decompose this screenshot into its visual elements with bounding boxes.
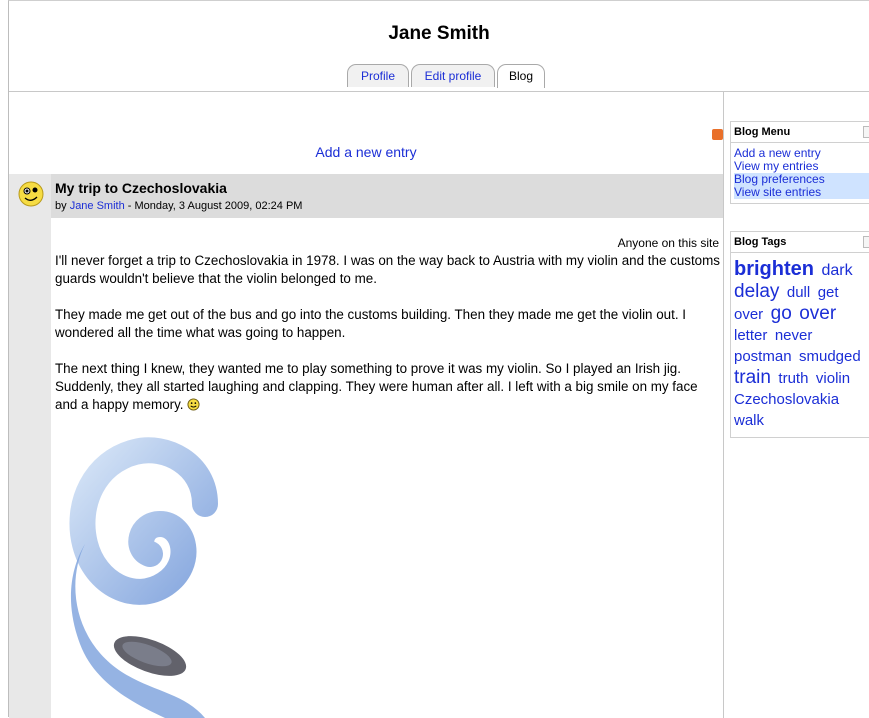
blog-tags-title: Blog Tags [734, 236, 787, 248]
tab-blog-label: Blog [508, 69, 534, 83]
add-entry-link[interactable]: Add a new entry [315, 144, 416, 160]
tab-edit-profile-label[interactable]: Edit profile [425, 69, 482, 83]
tag-link[interactable]: brighten [734, 258, 814, 280]
blog-menu-add-entry-link[interactable]: Add a new entry [734, 146, 821, 160]
post-header: My trip to Czechoslovakia by Jane Smith … [51, 174, 723, 218]
blog-tags-block: Blog Tags brighten dark delay dull get o… [730, 231, 869, 438]
profile-header: Jane Smith Profile Edit profile Blog [9, 1, 869, 92]
user-name-title: Jane Smith [388, 23, 490, 44]
collapse-icon[interactable] [863, 236, 869, 248]
tab-profile[interactable]: Profile [347, 64, 409, 87]
tag-link[interactable]: violin [816, 370, 850, 387]
tag-link[interactable]: get [818, 284, 839, 301]
post-paragraph-last: The next thing I knew, they wanted me to… [55, 360, 721, 414]
post-meta: by Jane Smith - Monday, 3 August 2009, 0… [55, 200, 302, 212]
tab-blog[interactable]: Blog [497, 64, 545, 88]
tag-link[interactable]: postman [734, 348, 792, 365]
post-paragraph: They made me get out of the bus and go i… [55, 307, 686, 340]
blog-menu-list: Add a new entry View my entries Blog pre… [731, 143, 869, 203]
smiley-avatar-icon[interactable] [17, 180, 45, 208]
blog-menu-header: Blog Menu [731, 122, 869, 143]
post-meta-prefix: by [55, 200, 70, 212]
post-date: - Monday, 3 August 2009, 02:24 PM [124, 200, 303, 212]
tag-link[interactable]: dull [787, 284, 810, 301]
blog-menu-title: Blog Menu [734, 126, 791, 138]
post-paragraph-text: The next thing I knew, they wanted me to… [55, 361, 698, 412]
post-title: My trip to Czechoslovakia [55, 180, 227, 196]
collapse-icon[interactable] [863, 126, 869, 138]
post-author-link[interactable]: Jane Smith [70, 200, 125, 212]
blog-menu-view-site-entries-link[interactable]: View site entries [734, 185, 821, 199]
post-visibility: Anyone on this site [617, 236, 719, 250]
page-frame: Jane Smith Profile Edit profile Blog Add… [8, 0, 869, 718]
add-entry-link-container: Add a new entry [9, 144, 723, 160]
tag-link[interactable]: delay [734, 281, 779, 302]
tag-link[interactable]: letter [734, 327, 767, 344]
tab-edit-profile[interactable]: Edit profile [411, 64, 495, 87]
post-body: I'll never forget a trip to Czechoslovak… [55, 252, 721, 432]
blog-tags-header: Blog Tags [731, 232, 869, 253]
tag-link[interactable]: Czechoslovakia [734, 391, 839, 408]
sidebar: Blog Menu Add a new entry View my entrie… [712, 92, 869, 718]
main-content: Add a new entry My trip to Czechoslovaki… [9, 92, 723, 718]
violin-scroll-image [69, 437, 218, 718]
tag-link[interactable]: never [775, 327, 813, 344]
profile-tabs: Profile Edit profile Blog [9, 64, 869, 92]
blog-menu-preferences-link[interactable]: Blog preferences [734, 172, 825, 186]
tag-link[interactable]: truth [778, 370, 808, 387]
smiley-emoticon-icon [187, 398, 200, 411]
post-left-column [9, 174, 51, 718]
tag-link[interactable]: go [771, 303, 792, 324]
rss-feed-icon[interactable] [712, 129, 723, 140]
tab-profile-label[interactable]: Profile [361, 69, 395, 83]
tag-link[interactable]: walk [734, 412, 764, 429]
blog-menu-view-my-entries-link[interactable]: View my entries [734, 159, 818, 173]
tag-cloud: brighten dark delay dull get over go ove… [731, 253, 869, 437]
tag-link[interactable]: train [734, 367, 771, 388]
tag-link[interactable]: over [799, 303, 836, 324]
post-paragraph: I'll never forget a trip to Czechoslovak… [55, 253, 720, 286]
blog-menu-block: Blog Menu Add a new entry View my entrie… [730, 121, 869, 204]
tag-link[interactable]: dark [821, 262, 852, 279]
blog-menu-item[interactable]: View site entries [734, 186, 869, 199]
tag-link[interactable]: over [734, 306, 763, 323]
tag-link[interactable]: smudged [799, 348, 861, 365]
